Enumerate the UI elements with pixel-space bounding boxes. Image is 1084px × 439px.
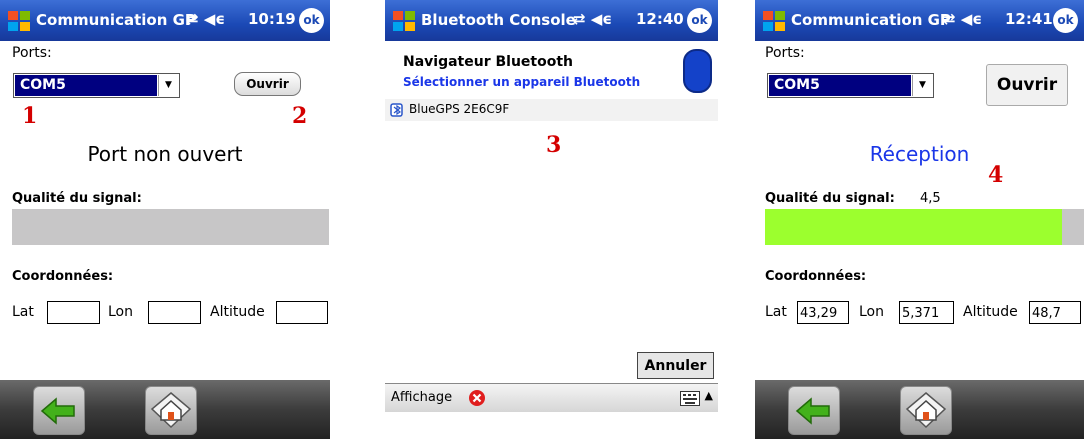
home-icon	[905, 392, 947, 429]
window-title: Communication GP	[36, 11, 196, 29]
signal-quality-label: Qualité du signal:	[12, 191, 142, 206]
marker-3: 3	[546, 132, 562, 158]
port-select[interactable]: COM5 ▼	[13, 73, 180, 98]
windows-logo-icon[interactable]	[391, 8, 417, 34]
keyboard-icon[interactable]	[680, 391, 700, 406]
cancel-button[interactable]: Annuler	[637, 352, 714, 379]
bluetooth-device-icon	[390, 103, 403, 117]
lat-label: Lat	[765, 304, 787, 320]
signal-quality-fill	[765, 209, 1062, 245]
connectivity-icon[interactable]: ⇄ ◀ϵ	[943, 10, 982, 28]
altitude-label: Altitude	[963, 304, 1018, 320]
connection-status: Réception	[869, 142, 970, 166]
lon-label: Lon	[859, 304, 884, 320]
caret-up-icon[interactable]: ▲	[705, 389, 713, 402]
chevron-down-icon[interactable]: ▼	[158, 75, 178, 96]
device-name: BlueGPS 2E6C9F	[409, 102, 510, 116]
altitude-field[interactable]	[276, 301, 328, 324]
back-arrow-icon	[795, 397, 830, 425]
clock[interactable]: 12:41	[1005, 10, 1053, 28]
title-bar: Communication GP ⇄ ◀ϵ 12:41 ok	[755, 0, 1084, 41]
altitude-label: Altitude	[210, 304, 265, 320]
lat-field[interactable]	[47, 301, 100, 324]
lon-label: Lon	[108, 304, 133, 320]
window-title: Bluetooth Console	[421, 11, 576, 29]
view-menu[interactable]: Affichage	[391, 390, 452, 405]
scroll-indicator[interactable]	[683, 49, 712, 93]
menu-bar: Affichage ▲	[385, 383, 718, 412]
ports-label: Ports:	[765, 45, 805, 61]
connection-status: Port non ouvert	[87, 142, 243, 166]
signal-quality-label: Qualité du signal:	[765, 191, 895, 206]
back-button[interactable]	[33, 386, 85, 435]
signal-quality-bar	[765, 209, 1084, 245]
device-list-item[interactable]: BlueGPS 2E6C9F	[385, 99, 718, 121]
coordinates-label: Coordonnées:	[765, 269, 867, 284]
screen-bluetooth-console: Bluetooth Console ⇄ ◀ϵ 12:40 ok Navigate…	[385, 0, 718, 439]
clock[interactable]: 10:19	[248, 10, 296, 28]
home-icon	[150, 392, 192, 429]
home-button[interactable]	[900, 386, 952, 435]
header-title: Navigateur Bluetooth	[403, 54, 574, 70]
windows-logo-icon[interactable]	[761, 8, 787, 34]
windows-logo-icon[interactable]	[6, 8, 32, 34]
open-button[interactable]: Ouvrir	[986, 64, 1068, 106]
altitude-field[interactable]: 48,7	[1029, 301, 1081, 324]
coordinates-label: Coordonnées:	[12, 269, 114, 284]
marker-1: 1	[22, 103, 38, 129]
screen-port-closed: Communication GP ⇄ ◀ϵ 10:19 ok Ports: CO…	[0, 0, 330, 439]
back-arrow-icon	[40, 397, 75, 425]
clock[interactable]: 12:40	[636, 10, 684, 28]
lon-field[interactable]: 5,371	[899, 301, 954, 324]
signal-quality-value: 4,5	[920, 191, 941, 206]
chevron-down-icon[interactable]: ▼	[912, 75, 932, 96]
lat-label: Lat	[12, 304, 34, 320]
lon-field[interactable]	[148, 301, 201, 324]
port-select-value: COM5	[769, 75, 911, 96]
title-bar: Communication GP ⇄ ◀ϵ 10:19 ok	[0, 0, 330, 41]
open-button[interactable]: Ouvrir	[234, 72, 301, 96]
signal-quality-bar	[12, 209, 329, 245]
port-select-value: COM5	[15, 75, 157, 96]
marker-4: 4	[988, 162, 1004, 188]
connectivity-icon[interactable]: ⇄ ◀ϵ	[573, 10, 612, 28]
marker-2: 2	[292, 103, 308, 129]
bluetooth-header: Navigateur Bluetooth Sélectionner un app…	[385, 41, 718, 100]
close-icon[interactable]	[468, 389, 486, 407]
window-title: Communication GP	[791, 11, 951, 29]
back-button[interactable]	[788, 386, 840, 435]
bottom-bar	[755, 380, 1084, 439]
ok-button[interactable]: ok	[687, 8, 712, 33]
connectivity-icon[interactable]: ⇄ ◀ϵ	[186, 10, 225, 28]
ports-label: Ports:	[12, 45, 52, 61]
home-button[interactable]	[145, 386, 197, 435]
screen-receiving: Communication GP ⇄ ◀ϵ 12:41 ok Ports: CO…	[755, 0, 1084, 439]
bottom-bar	[0, 380, 330, 439]
ok-button[interactable]: ok	[1053, 8, 1078, 33]
title-bar: Bluetooth Console ⇄ ◀ϵ 12:40 ok	[385, 0, 718, 41]
ok-button[interactable]: ok	[299, 8, 324, 33]
port-select[interactable]: COM5 ▼	[767, 73, 934, 98]
lat-field[interactable]: 43,29	[797, 301, 849, 324]
header-subtitle: Sélectionner un appareil Bluetooth	[403, 75, 641, 89]
